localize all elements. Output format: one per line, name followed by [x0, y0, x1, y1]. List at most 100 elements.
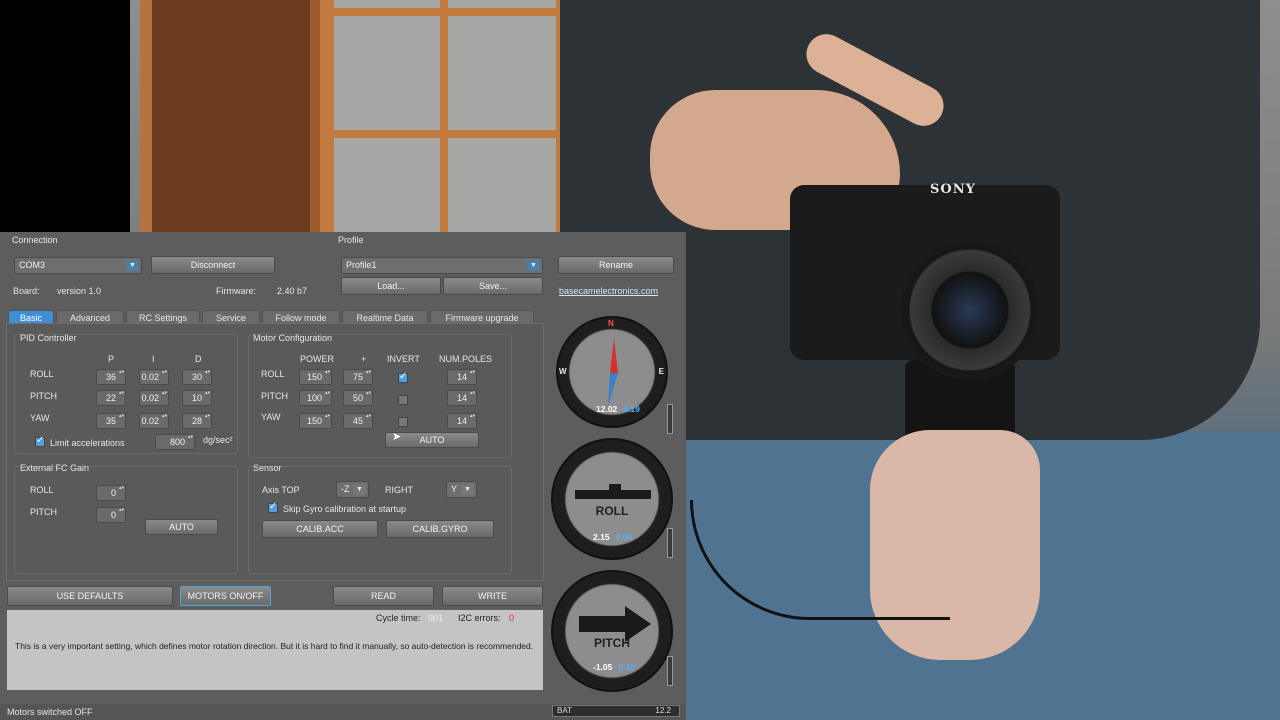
port-select[interactable]: COM3 ▼: [14, 257, 142, 274]
connection-label: Connection: [12, 235, 58, 245]
compass-east: E: [658, 367, 664, 376]
pid-pitch-d[interactable]: 10: [182, 389, 212, 406]
ext-fc-roll-value[interactable]: 0: [96, 484, 126, 501]
motor-yaw-power[interactable]: 150: [299, 412, 332, 429]
wooden-door: [140, 0, 320, 232]
battery-value: 12.2: [655, 706, 671, 715]
roll-title: ROLL: [595, 504, 629, 518]
ext-fc-axis-pitch: PITCH: [30, 507, 57, 517]
calib-acc-button[interactable]: CALIB.ACC: [262, 520, 378, 538]
motor-yaw-poles[interactable]: 14: [447, 412, 477, 429]
roll-readout: 2.15 0.04: [593, 532, 632, 542]
load-button[interactable]: Load...: [341, 277, 441, 295]
motor-roll-power[interactable]: 150: [299, 368, 332, 385]
right-select[interactable]: Y ▼: [446, 481, 477, 498]
sensor-title: Sensor: [253, 463, 282, 473]
motor-roll-invert-checkbox[interactable]: [398, 371, 408, 383]
compass-needle-icon: [608, 338, 618, 406]
pid-yaw-p[interactable]: 35: [96, 412, 126, 429]
skip-gyro-checkbox[interactable]: [268, 501, 278, 513]
tab-realtime-data[interactable]: Realtime Data: [342, 310, 428, 324]
motor-axis-roll: ROLL: [261, 369, 285, 379]
motor-pitch-invert-checkbox[interactable]: [398, 395, 408, 405]
limit-accelerations-checkbox[interactable]: [35, 435, 45, 447]
motor-axis-pitch: PITCH: [261, 391, 288, 401]
use-defaults-button[interactable]: USE DEFAULTS: [7, 586, 173, 606]
pitch-title: PITCH: [594, 636, 630, 650]
external-fc-title: External FC Gain: [20, 463, 90, 473]
i2c-errors-label: I2C errors:: [458, 613, 501, 623]
website-link[interactable]: basecamelectronics.com: [559, 286, 658, 296]
right-label: RIGHT: [385, 485, 413, 495]
motor-yaw-plus[interactable]: 45: [343, 412, 373, 429]
compass-readout: 12.02 0.19: [596, 404, 640, 414]
pid-roll-i[interactable]: 0.02: [139, 368, 169, 385]
motors-onoff-button[interactable]: MOTORS ON/OFF: [180, 586, 271, 606]
motor-roll-poles[interactable]: 14: [447, 368, 477, 385]
rename-button[interactable]: Rename: [558, 256, 674, 274]
tab-follow-mode[interactable]: Follow mode: [262, 310, 340, 324]
axis-top-select[interactable]: -Z ▼: [336, 481, 369, 498]
limit-accelerations-value[interactable]: 800: [155, 433, 195, 450]
chevron-down-icon: ▼: [527, 260, 540, 271]
pid-pitch-p[interactable]: 22: [96, 389, 126, 406]
black-region: [0, 0, 130, 232]
motor-pitch-power[interactable]: 100: [299, 389, 332, 406]
pid-pitch-i[interactable]: 0.02: [139, 389, 169, 406]
motor-yaw-invert-checkbox[interactable]: [398, 417, 408, 427]
board-version: version 1.0: [57, 286, 102, 296]
motor-axis-yaw: YAW: [261, 412, 281, 422]
roll-gauge: ROLL 2.15 0.04: [551, 438, 673, 560]
ext-fc-pitch-value[interactable]: 0: [96, 506, 126, 523]
compass-gauge: N W E 12.02 0.19: [556, 316, 668, 428]
disconnect-button[interactable]: Disconnect: [151, 256, 275, 274]
profile-select[interactable]: Profile1 ▼: [341, 257, 543, 274]
axis-top-value: -Z: [341, 484, 350, 494]
compass-value: 12.02: [596, 404, 618, 414]
roll-rate: 0.04: [615, 532, 633, 542]
profile-label: Profile: [338, 235, 364, 245]
gimbal-config-window: Connection COM3 ▼ Disconnect Board: vers…: [0, 232, 686, 720]
tab-advanced[interactable]: Advanced: [56, 310, 124, 324]
motor-header-plus: +: [361, 354, 367, 364]
tab-rc-settings[interactable]: RC Settings: [126, 310, 200, 324]
chevron-down-icon: ▼: [461, 484, 474, 495]
pitch-scale-bar: [667, 656, 673, 686]
tab-firmware-upgrade[interactable]: Firmware upgrade: [430, 310, 534, 324]
motor-pitch-poles[interactable]: 14: [447, 389, 477, 406]
pid-header-p: P: [108, 354, 115, 364]
motor-roll-plus[interactable]: 75: [343, 368, 373, 385]
pid-header-d: D: [195, 354, 202, 364]
compass-scale-bar: [667, 404, 673, 434]
calib-gyro-button[interactable]: CALIB.GYRO: [386, 520, 494, 538]
motor-header-poles: NUM.POLES: [439, 354, 493, 364]
motor-pitch-plus[interactable]: 50: [343, 389, 373, 406]
pid-header-i: I: [152, 354, 155, 364]
motor-config-title: Motor Configuration: [253, 333, 333, 343]
roll-value: 2.15: [593, 532, 610, 542]
pid-roll-p[interactable]: 36: [96, 368, 126, 385]
compass-west: W: [559, 367, 567, 376]
pid-axis-roll: ROLL: [30, 369, 54, 379]
pid-yaw-d[interactable]: 28: [182, 412, 212, 429]
board-label: Board:: [13, 286, 40, 296]
help-text: This is a very important setting, which …: [15, 641, 534, 651]
read-button[interactable]: READ: [333, 586, 434, 606]
battery-indicator: BAT 12.2: [552, 705, 680, 717]
skip-gyro-label: Skip Gyro calibration at startup: [283, 504, 407, 514]
ext-fc-auto-button[interactable]: AUTO: [145, 519, 218, 535]
pid-yaw-i[interactable]: 0.02: [139, 412, 169, 429]
axis-top-label: Axis TOP: [262, 485, 300, 495]
pitch-value: -1.05: [593, 662, 613, 672]
battery-label: BAT: [557, 706, 572, 715]
video-frame: SONY Connection COM3 ▼ Disconnect Board:…: [0, 0, 1280, 720]
save-button[interactable]: Save...: [443, 277, 543, 295]
tab-service[interactable]: Service: [202, 310, 260, 324]
limit-accelerations-unit: dg/sec²: [203, 435, 233, 445]
cycle-time-label: Cycle time:: [376, 613, 421, 623]
tab-basic[interactable]: Basic: [8, 310, 54, 324]
pid-axis-pitch: PITCH: [30, 391, 57, 401]
pid-roll-d[interactable]: 30: [182, 368, 212, 385]
write-button[interactable]: WRITE: [442, 586, 543, 606]
chevron-down-icon: ▼: [353, 484, 366, 495]
